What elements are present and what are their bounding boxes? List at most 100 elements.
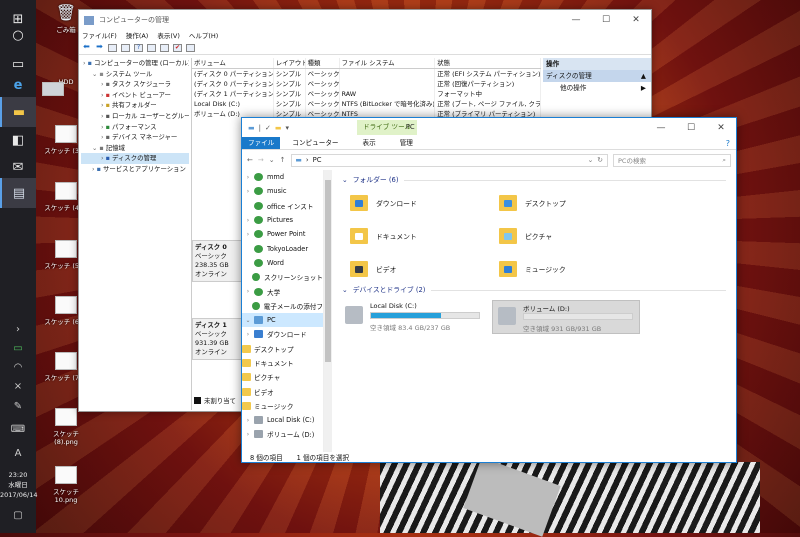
volume-row[interactable]: (ディスク 1 パーティション 2)シンプルベーシックRAWフォーマット中 <box>192 89 541 99</box>
chevron-icon[interactable]: › <box>242 231 254 238</box>
back-icon[interactable]: ← <box>247 156 253 164</box>
help-icon[interactable]: ? <box>720 137 736 149</box>
column-header[interactable]: レイアウト <box>274 58 306 68</box>
keyboard-icon[interactable]: ⌨ <box>0 419 36 439</box>
disk-info[interactable]: ディスク 0 ベーシック 238.35 GB オンライン <box>192 240 242 282</box>
clock[interactable]: 23:20 水曜日 2017/06/14 <box>0 470 37 500</box>
folder-item[interactable]: デスクトップ <box>499 190 644 216</box>
volume-row[interactable]: (ディスク 0 パーティション 1)シンプルベーシック 正常 (EFI システム … <box>192 69 541 79</box>
nav-item[interactable]: › ボリューム (D:) <box>242 427 323 441</box>
nav-item[interactable]: › music <box>242 184 323 198</box>
recent-icon[interactable]: ⌄ <box>269 156 275 164</box>
nav-item[interactable]: ›ドキュメント <box>242 356 323 370</box>
nav-item[interactable]: ›ビデオ <box>242 384 323 398</box>
column-header[interactable]: 種類 <box>306 58 340 68</box>
new-folder-icon[interactable]: ▬ <box>275 124 282 132</box>
address-dropdown-icon[interactable]: ⌄ <box>588 156 594 164</box>
other-actions-item[interactable]: 他の操作 ▶ <box>543 82 651 95</box>
cortana-icon[interactable]: ○ <box>0 20 36 50</box>
volume-row[interactable]: (ディスク 0 パーティション 4)シンプルベーシック 正常 (回復パーティション… <box>192 79 541 89</box>
close-button[interactable]: ✕ <box>706 118 736 138</box>
nav-scroll-thumb[interactable] <box>325 180 331 362</box>
tree-item[interactable]: › ▪ パフォーマンス <box>81 122 189 133</box>
chevron-icon[interactable]: › <box>242 188 254 195</box>
folder-item[interactable]: ピクチャ <box>499 223 644 249</box>
folder-item[interactable]: ダウンロード <box>350 190 495 216</box>
ime-indicator[interactable]: A <box>0 443 36 463</box>
nav-item[interactable]: ›ミュージック <box>242 399 323 413</box>
check-icon[interactable]: ✔ <box>173 44 182 52</box>
nav-item[interactable]: office インスト <box>242 199 323 213</box>
battery-icon[interactable]: ▭ <box>0 338 36 358</box>
forward-arrow-icon[interactable]: ➡ <box>95 43 104 52</box>
desktop-icon[interactable]: スケッチ10.png <box>42 466 90 504</box>
nav-item[interactable]: › Power Point <box>242 227 323 241</box>
tree-item[interactable]: › ▪ ディスクの管理 <box>81 153 189 164</box>
properties-icon[interactable] <box>147 44 156 52</box>
nav-item[interactable]: ›ピクチャ <box>242 370 323 384</box>
chevron-icon[interactable]: › <box>242 288 254 295</box>
up-icon[interactable]: ↑ <box>280 156 286 164</box>
close-button[interactable]: ✕ <box>621 10 651 30</box>
action-center-icon[interactable]: ▢ <box>0 505 36 525</box>
nav-item[interactable]: 電子メールの添付フ <box>242 299 323 313</box>
store-icon[interactable]: ◧ <box>0 125 36 155</box>
wifi-icon[interactable]: ◠ <box>0 357 36 377</box>
tab-manage[interactable]: 管理 <box>388 137 425 149</box>
desktop-icon[interactable]: スケッチ (8).png <box>42 408 90 446</box>
chevron-up-icon[interactable]: › <box>0 319 36 339</box>
tab-view[interactable]: 表示 <box>351 137 388 149</box>
help-icon[interactable]: ? <box>134 44 143 52</box>
maximize-button[interactable]: ☐ <box>591 10 621 30</box>
tree-item[interactable]: › ▪ コンピューターの管理 (ローカル) <box>81 58 189 69</box>
column-header[interactable]: ファイル システム <box>340 58 436 68</box>
actions-section[interactable]: ディスクの管理 ▲ <box>543 70 651 82</box>
nav-scrollbar[interactable] <box>324 170 332 452</box>
tree-item[interactable]: › ▪ ローカル ユーザーとグループ <box>81 111 189 122</box>
nav-item[interactable]: › Pictures <box>242 213 323 227</box>
computer-management-icon[interactable]: ▤ <box>0 178 36 208</box>
ex-titlebar[interactable]: ▬ | ✓ ▬ ▾ ドライブ ツール PC — ☐ ✕ <box>242 118 736 137</box>
folder-item[interactable]: ドキュメント <box>350 223 495 249</box>
column-header[interactable]: 状態 <box>435 58 541 68</box>
tab-computer[interactable]: コンピューター <box>280 137 350 149</box>
folder-item[interactable]: ビデオ <box>350 256 495 282</box>
maximize-button[interactable]: ☐ <box>676 118 706 138</box>
tree-item[interactable]: ⌄ ▪ 記憶域 <box>81 143 189 154</box>
minimize-button[interactable]: — <box>646 118 676 138</box>
chevron-icon[interactable]: › <box>242 331 254 338</box>
tree-item[interactable]: › ▪ 共有フォルダー <box>81 100 189 111</box>
chevron-icon[interactable]: › <box>242 174 254 181</box>
menu-item[interactable]: ファイル(F) <box>82 30 117 42</box>
search-input[interactable]: PCの検索 ⌕ <box>613 153 731 167</box>
customize-qat-icon[interactable]: ▾ <box>285 124 289 132</box>
drive-item[interactable]: Local Disk (C:) 空き領域 83.4 GB/237 GB <box>340 300 488 334</box>
tree-item[interactable]: › ▪ デバイス マネージャー <box>81 132 189 143</box>
tree-item[interactable]: › ▪ サービスとアプリケーション <box>81 164 189 175</box>
tree-item[interactable]: ⌄ ▪ システム ツール <box>81 69 189 80</box>
chevron-icon[interactable]: › <box>242 417 254 424</box>
drive-item[interactable]: ボリューム (D:) 空き領域 931 GB/931 GB <box>492 300 640 334</box>
properties-icon[interactable]: ✓ <box>265 124 271 132</box>
nav-item[interactable]: ›デスクトップ <box>242 342 323 356</box>
show-hide-tree-icon[interactable] <box>121 44 130 52</box>
file-explorer-icon[interactable]: ▬ <box>0 97 36 127</box>
menu-item[interactable]: 操作(A) <box>126 30 149 42</box>
list-view-icon[interactable] <box>186 44 195 52</box>
minimize-button[interactable]: — <box>561 10 591 30</box>
folder-item[interactable]: ミュージック <box>499 256 644 282</box>
tree-item[interactable]: › ▪ タスク スケジューラ <box>81 79 189 90</box>
nav-item[interactable]: › Local Disk (C:) <box>242 413 323 427</box>
refresh-icon[interactable]: ↻ <box>597 156 603 164</box>
nav-item[interactable]: › 大学 <box>242 284 323 298</box>
menu-item[interactable]: ヘルプ(H) <box>189 30 218 42</box>
nav-item[interactable]: Word <box>242 256 323 270</box>
tab-file[interactable]: ファイル <box>242 137 281 149</box>
disk-icon[interactable] <box>160 44 169 52</box>
edge-icon[interactable]: e <box>0 70 36 100</box>
up-folder-icon[interactable] <box>108 44 117 52</box>
nav-item[interactable]: › mmd <box>242 170 323 184</box>
nav-item[interactable]: ⌄ PC <box>242 312 323 328</box>
volume-muted-icon[interactable]: × <box>0 376 36 396</box>
chevron-icon[interactable]: › <box>242 431 254 438</box>
